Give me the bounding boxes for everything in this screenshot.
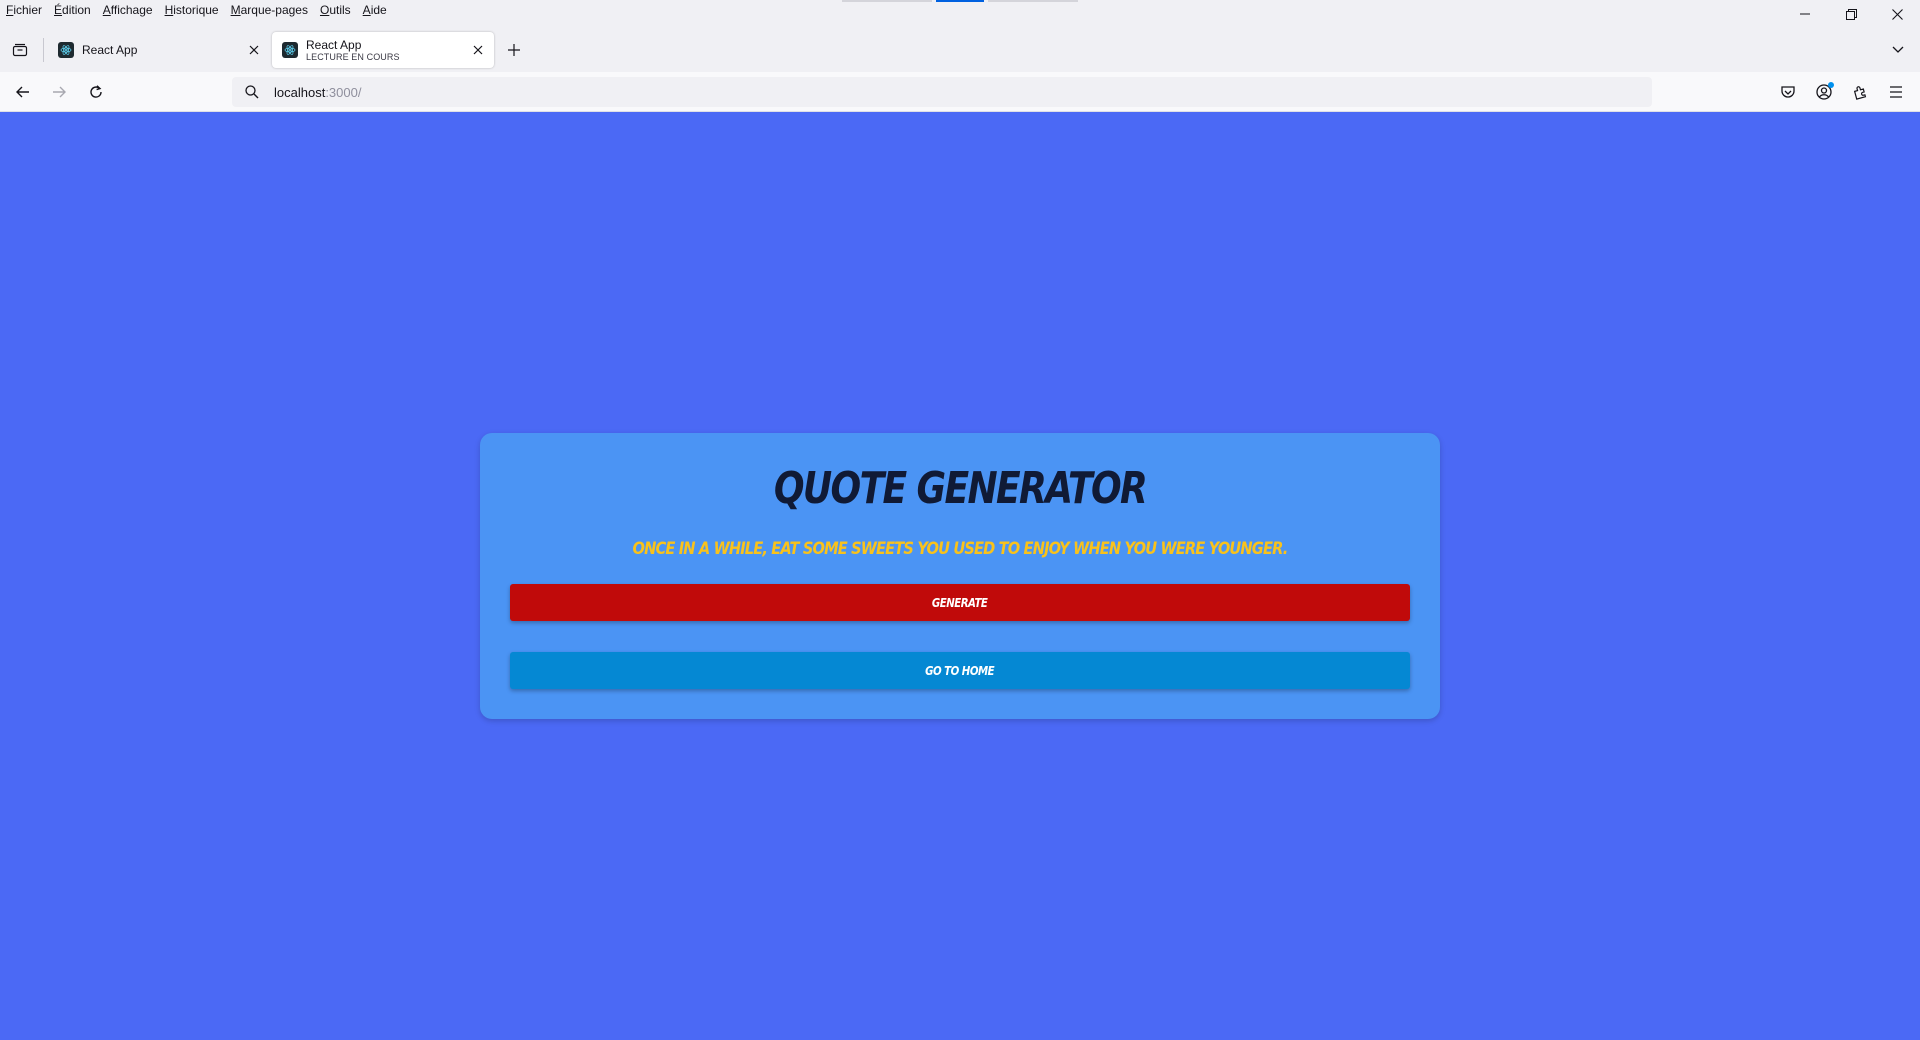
titlebar-active-indicator (936, 0, 984, 2)
react-favicon-icon (58, 42, 74, 58)
menu-edit[interactable]: Édition (54, 3, 91, 17)
restore-icon (1845, 8, 1857, 20)
tab-title: React App (306, 37, 362, 52)
reload-icon (90, 85, 102, 98)
go-to-home-button-label: GO TO HOME (925, 663, 995, 678)
tab-react-app-active[interactable]: React App LECTURE EN COURS (272, 32, 494, 68)
close-icon (249, 45, 259, 55)
search-icon (244, 84, 260, 100)
menu-history[interactable]: Historique (165, 3, 219, 17)
extensions-button[interactable] (1848, 80, 1872, 104)
titlebar-drag-indicator (842, 0, 932, 2)
window-close-button[interactable] (1874, 0, 1920, 28)
app-menu-button[interactable] (1884, 80, 1908, 104)
menu-file[interactable]: Fichier (6, 3, 42, 17)
react-favicon-icon (282, 42, 298, 58)
window-controls (1782, 0, 1920, 28)
tab-strip: React App React App LECTURE EN COURS (0, 30, 1920, 70)
window-close-icon (1891, 8, 1903, 20)
extensions-icon (1853, 86, 1867, 100)
menu-help[interactable]: Aide (363, 3, 387, 17)
tab-title: React App (82, 43, 138, 57)
forward-button[interactable] (47, 80, 71, 104)
url-host: localhost (274, 84, 326, 100)
notification-dot (1828, 82, 1834, 88)
menu-view[interactable]: Affichage (103, 3, 153, 17)
quote-card: QUOTE GENERATOR ONCE IN A WHILE, EAT SOM… (480, 433, 1440, 719)
browser-chrome: Fichier Édition Affichage Historique Mar… (0, 0, 1920, 112)
new-tab-button[interactable] (504, 40, 524, 60)
forward-arrow-icon (53, 86, 66, 98)
pocket-icon (1781, 86, 1795, 98)
titlebar-drag-indicator (988, 0, 1078, 2)
menu-bookmarks[interactable]: Marque-pages (231, 3, 308, 17)
page-title: QUOTE GENERATOR (773, 463, 1148, 514)
tab-overview-button[interactable] (8, 38, 32, 62)
reload-button[interactable] (84, 80, 108, 104)
tab-playing-label: LECTURE EN COURS (306, 51, 400, 62)
list-all-tabs-button[interactable] (1888, 40, 1908, 60)
pocket-button[interactable] (1776, 80, 1800, 104)
tab-separator (43, 38, 44, 62)
address-bar[interactable]: localhost:3000/ (232, 77, 1652, 107)
quote-text: ONCE IN A WHILE, EAT SOME SWEETS YOU USE… (632, 539, 1289, 559)
restore-button[interactable] (1828, 0, 1874, 28)
close-icon (473, 45, 483, 55)
account-button[interactable] (1812, 80, 1836, 104)
go-to-home-button[interactable]: GO TO HOME (510, 652, 1410, 689)
generate-button-label: GENERATE (932, 595, 988, 610)
hamburger-menu-icon (1890, 86, 1902, 98)
back-arrow-icon (16, 86, 29, 98)
navigation-bar: localhost:3000/ (0, 72, 1920, 112)
minimize-button[interactable] (1782, 0, 1828, 28)
minimize-icon (1800, 13, 1810, 15)
back-button[interactable] (11, 80, 35, 104)
generate-button[interactable]: GENERATE (510, 584, 1410, 621)
tab-close-button[interactable] (468, 40, 488, 60)
chevron-down-icon (1892, 46, 1904, 53)
tab-close-button[interactable] (244, 40, 264, 60)
tab-react-app[interactable]: React App (48, 32, 270, 68)
plus-icon (508, 44, 520, 56)
url-path: :3000/ (325, 84, 362, 100)
menu-bar: Fichier Édition Affichage Historique Mar… (0, 0, 399, 20)
tab-overview-icon (12, 43, 28, 57)
menu-tools[interactable]: Outils (320, 3, 351, 17)
